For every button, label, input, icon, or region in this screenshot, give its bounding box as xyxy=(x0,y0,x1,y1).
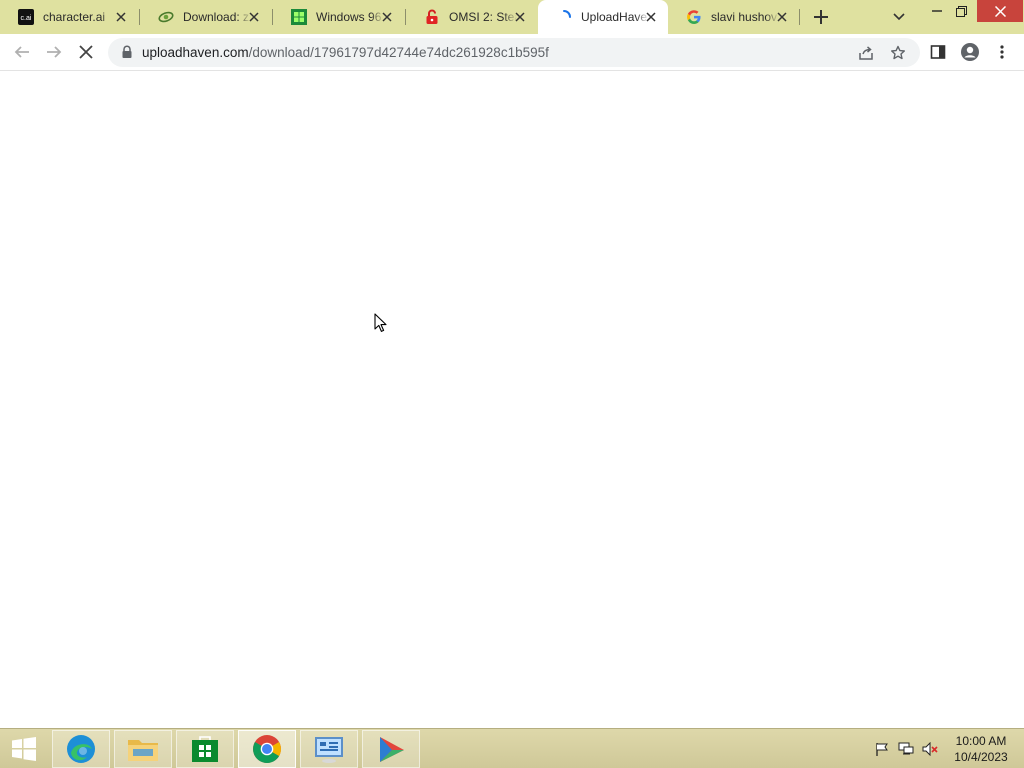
tab-uploadhaven[interactable]: UploadHave xyxy=(538,0,668,34)
arrow-right-icon xyxy=(47,46,62,58)
unlock-icon xyxy=(424,9,440,25)
taskbar-control-panel[interactable] xyxy=(300,730,358,768)
action-center-flag-icon[interactable] xyxy=(874,741,890,757)
menu-button[interactable] xyxy=(990,40,1014,64)
close-icon xyxy=(79,45,93,59)
taskbar-clock[interactable]: 10:00 AM 10/4/2023 xyxy=(948,733,1014,765)
minimize-icon xyxy=(932,10,942,12)
page-content xyxy=(0,71,1024,728)
tab-omsi-2[interactable]: OMSI 2: Stea xyxy=(406,0,537,34)
taskbar-file-explorer[interactable] xyxy=(114,730,172,768)
arrow-left-icon xyxy=(14,46,29,58)
close-icon[interactable] xyxy=(114,10,128,24)
chevron-down-icon xyxy=(893,13,905,21)
side-panel-button[interactable] xyxy=(926,40,950,64)
windows96-icon xyxy=(291,9,307,25)
tab-download[interactable]: Download: z xyxy=(140,0,271,34)
new-tab-button[interactable] xyxy=(811,7,831,27)
avatar-icon xyxy=(961,43,979,61)
url-path: /download/17961797d42744e74dc261928c1b59… xyxy=(248,45,549,60)
share-button[interactable] xyxy=(856,43,876,63)
tab-title: Windows 96 xyxy=(316,10,382,24)
close-icon xyxy=(994,5,1006,17)
forward-button[interactable] xyxy=(42,40,66,64)
restore-icon xyxy=(955,5,967,17)
address-bar[interactable]: uploadhaven.com/download/17961797d42744e… xyxy=(108,38,920,67)
window-close-button[interactable] xyxy=(977,0,1023,22)
taskbar-chrome[interactable] xyxy=(238,730,296,768)
taskbar-store[interactable] xyxy=(176,730,234,768)
browser-toolbar: uploadhaven.com/download/17961797d42744e… xyxy=(0,34,1024,71)
clock-time: 10:00 AM xyxy=(955,734,1007,748)
close-icon[interactable] xyxy=(513,10,527,24)
network-icon[interactable] xyxy=(898,741,914,757)
close-icon[interactable] xyxy=(380,10,394,24)
taskbar-media-player[interactable] xyxy=(362,730,420,768)
plus-icon xyxy=(814,10,828,24)
edge-icon xyxy=(67,735,95,763)
side-panel-icon xyxy=(930,45,946,59)
clock-date: 10/4/2023 xyxy=(954,750,1008,764)
more-vert-icon xyxy=(1000,45,1004,59)
url-host: uploadhaven.com xyxy=(142,45,249,60)
share-icon xyxy=(859,46,873,60)
tab-google-search[interactable]: slavi hushov xyxy=(668,0,799,34)
close-icon[interactable] xyxy=(775,10,789,24)
character-ai-icon: c.ai xyxy=(18,9,34,25)
chrome-icon xyxy=(253,735,281,763)
start-button[interactable] xyxy=(8,735,40,763)
profile-button[interactable] xyxy=(958,40,982,64)
tab-windows-96[interactable]: Windows 96 xyxy=(273,0,404,34)
tab-title: character.ai xyxy=(43,10,106,24)
google-icon xyxy=(686,9,702,25)
taskbar: 10:00 AM 10/4/2023 xyxy=(0,728,1024,768)
tab-strip: c.ai character.ai Download: z Windows 96… xyxy=(0,0,1024,34)
volume-muted-icon[interactable] xyxy=(922,741,938,757)
restore-button[interactable] xyxy=(944,0,978,22)
close-icon[interactable] xyxy=(247,10,261,24)
lock-icon[interactable] xyxy=(120,45,134,59)
control-panel-icon xyxy=(315,737,343,763)
bookmark-button[interactable] xyxy=(888,43,908,63)
loading-spinner-icon xyxy=(556,9,572,25)
stop-loading-button[interactable] xyxy=(74,40,98,64)
tab-divider xyxy=(799,9,800,25)
media-player-icon xyxy=(380,737,404,762)
back-button[interactable] xyxy=(10,40,34,64)
tab-title: OMSI 2: Stea xyxy=(449,10,517,24)
tab-character-ai[interactable]: c.ai character.ai xyxy=(0,0,138,34)
tab-title: UploadHave xyxy=(581,10,648,24)
star-icon xyxy=(891,45,905,60)
url-text[interactable]: uploadhaven.com/download/17961797d42744e… xyxy=(142,45,549,60)
close-icon[interactable] xyxy=(644,10,658,24)
store-icon xyxy=(192,736,218,762)
windows-logo-icon xyxy=(12,737,36,761)
download-site-icon xyxy=(158,9,174,25)
tab-search-button[interactable] xyxy=(890,8,908,26)
taskbar-edge[interactable] xyxy=(52,730,110,768)
tab-title: slavi hushov xyxy=(711,10,778,24)
svg-text:c.ai: c.ai xyxy=(21,15,32,22)
folder-icon xyxy=(128,740,158,761)
mouse-cursor-icon xyxy=(374,313,387,332)
tab-title: Download: z xyxy=(183,10,250,24)
